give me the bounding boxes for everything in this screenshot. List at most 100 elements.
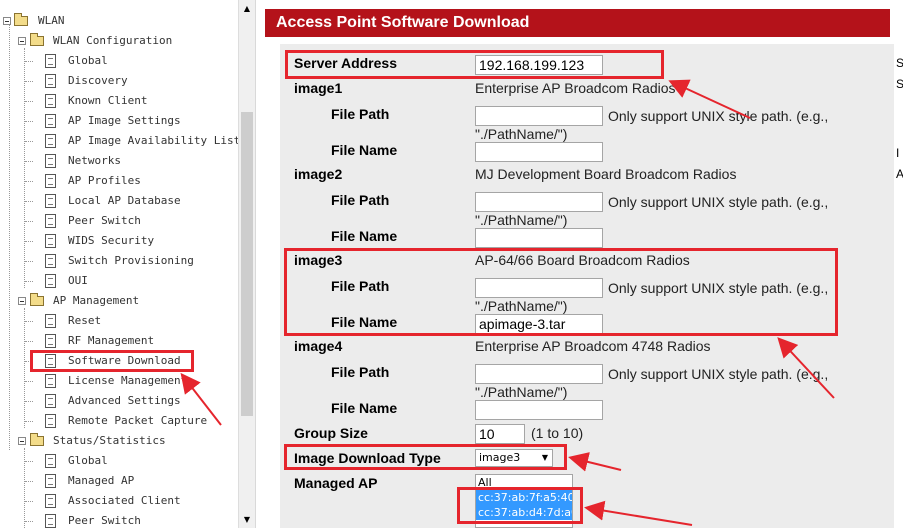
tree-item-ap-image-settings[interactable]: AP Image Settings xyxy=(0,111,238,131)
unix-path-hint-example: "./PathName/") xyxy=(475,126,568,142)
tree-connector xyxy=(25,381,33,382)
file-name-input[interactable] xyxy=(475,228,603,248)
tree-scrollbar[interactable]: ▲ ▼ xyxy=(238,0,255,528)
page-icon xyxy=(45,174,56,188)
annotation-box-image3 xyxy=(284,248,838,336)
tree-item-label: Managed AP xyxy=(68,474,135,487)
tree-item-associated-client[interactable]: Associated Client xyxy=(0,491,238,511)
tree-item-advanced-settings[interactable]: Advanced Settings xyxy=(0,391,238,411)
unix-path-hint-example: "./PathName/") xyxy=(475,212,568,228)
collapse-icon[interactable] xyxy=(18,297,26,305)
file-path-input[interactable] xyxy=(475,106,603,126)
scroll-up-icon[interactable]: ▲ xyxy=(239,0,255,17)
file-name-label: File Name xyxy=(331,142,398,158)
tree-connector xyxy=(25,501,33,502)
tree-item-label: License Management xyxy=(68,374,188,387)
file-name-label: File Name xyxy=(331,228,398,244)
clipped-char: A xyxy=(896,167,903,181)
tree-node-wlan[interactable]: WLAN xyxy=(0,11,238,31)
frame-divider[interactable] xyxy=(255,0,264,528)
tree-connector xyxy=(25,241,33,242)
tree-connector xyxy=(25,141,33,142)
tree-item-label: Peer Switch xyxy=(68,514,141,527)
page-icon xyxy=(45,194,56,208)
group-size-input[interactable] xyxy=(475,424,525,444)
scrollbar-thumb[interactable] xyxy=(241,112,253,416)
tree-item-label: AP Image Settings xyxy=(68,114,181,127)
page-icon xyxy=(45,394,56,408)
page-icon xyxy=(45,314,56,328)
tree-item-remote-packet-capture[interactable]: Remote Packet Capture xyxy=(0,411,238,431)
tree-item-oui[interactable]: OUI xyxy=(0,271,238,291)
annotation-box-download-type xyxy=(284,444,567,470)
file-name-input[interactable] xyxy=(475,400,603,420)
file-path-label: File Path xyxy=(331,106,390,122)
tree-item-global[interactable]: Global xyxy=(0,451,238,471)
page-icon xyxy=(45,274,56,288)
tree-connector xyxy=(25,461,33,462)
tree-item-rf-management[interactable]: RF Management xyxy=(0,331,238,351)
tree-item-discovery[interactable]: Discovery xyxy=(0,71,238,91)
file-path-input[interactable] xyxy=(475,192,603,212)
tree-item-license-management[interactable]: License Management xyxy=(0,371,238,391)
tree-item-managed-ap[interactable]: Managed AP xyxy=(0,471,238,491)
tree-connector xyxy=(25,321,33,322)
tree-connector xyxy=(25,221,33,222)
collapse-icon[interactable] xyxy=(3,17,11,25)
tree-item-label: Discovery xyxy=(68,74,128,87)
tree-item-reset[interactable]: Reset xyxy=(0,311,238,331)
tree-item-peer-switch[interactable]: Peer Switch xyxy=(0,211,238,231)
image-description: MJ Development Board Broadcom Radios xyxy=(475,166,737,182)
file-name-input[interactable] xyxy=(475,142,603,162)
tree-connector xyxy=(25,161,33,162)
tree-connector xyxy=(25,181,33,182)
tree-connector xyxy=(25,61,33,62)
page-icon xyxy=(45,514,56,528)
unix-path-hint: Only support UNIX style path. (e.g., xyxy=(608,194,829,210)
page-icon xyxy=(45,334,56,348)
tree-item-peer-switch[interactable]: Peer Switch xyxy=(0,511,238,528)
navigation-tree: WLAN WLAN Configuration Global Discovery K… xyxy=(0,0,238,528)
unix-path-hint-example: "./PathName/") xyxy=(475,384,568,400)
page-icon xyxy=(45,414,56,428)
unix-path-hint: Only support UNIX style path. (e.g., xyxy=(608,108,829,124)
image-description: Enterprise AP Broadcom Radios xyxy=(475,80,676,96)
folder-icon xyxy=(30,293,44,306)
tree-node-label: Status/Statistics xyxy=(53,434,166,447)
tree-item-label: AP Image Availability List xyxy=(68,134,238,147)
tree-item-label: RF Management xyxy=(68,334,155,347)
folder-icon xyxy=(30,433,44,446)
tree-item-global[interactable]: Global xyxy=(0,51,238,71)
annotation-box-managed-ap xyxy=(457,487,583,524)
tree-item-switch-provisioning[interactable]: Switch Provisioning xyxy=(0,251,238,271)
file-path-input[interactable] xyxy=(475,364,603,384)
tree-node-ap-management[interactable]: AP Management xyxy=(0,291,238,311)
tree-node-label: WLAN xyxy=(38,14,65,27)
tree-item-label: WIDS Security xyxy=(68,234,155,247)
tree-item-label: Peer Switch xyxy=(68,214,141,227)
tree-connector xyxy=(25,481,33,482)
unix-path-hint: Only support UNIX style path. (e.g., xyxy=(608,366,829,382)
tree-node-status-statistics[interactable]: Status/Statistics xyxy=(0,431,238,451)
tree-connector xyxy=(25,81,33,82)
folder-icon xyxy=(14,13,28,26)
page-icon xyxy=(45,114,56,128)
annotation-box-server-address xyxy=(285,50,664,79)
clipped-char: S xyxy=(896,56,903,70)
collapse-icon[interactable] xyxy=(18,437,26,445)
tree-connector xyxy=(25,201,33,202)
tree-node-wlan-configuration[interactable]: WLAN Configuration xyxy=(0,31,238,51)
collapse-icon[interactable] xyxy=(18,37,26,45)
tree-item-wids-security[interactable]: WIDS Security xyxy=(0,231,238,251)
tree-item-label: Global xyxy=(68,454,108,467)
tree-item-label: Local AP Database xyxy=(68,194,181,207)
tree-item-local-ap-database[interactable]: Local AP Database xyxy=(0,191,238,211)
page-icon xyxy=(45,134,56,148)
scroll-down-icon[interactable]: ▼ xyxy=(239,511,255,528)
clipped-char: I xyxy=(896,146,900,160)
tree-item-known-client[interactable]: Known Client xyxy=(0,91,238,111)
tree-item-ap-profiles[interactable]: AP Profiles xyxy=(0,171,238,191)
tree-item-networks[interactable]: Networks xyxy=(0,151,238,171)
tree-item-ap-image-availability-list[interactable]: AP Image Availability List xyxy=(0,131,238,151)
tree-node-label: WLAN Configuration xyxy=(53,34,173,47)
